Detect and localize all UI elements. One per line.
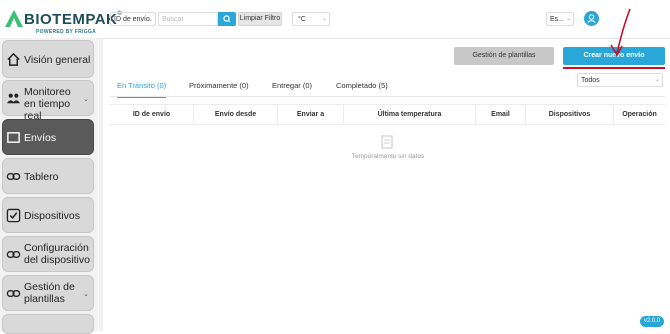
sidebar-item-dashboard[interactable]: Tablero (2, 158, 94, 194)
sidebar-item-partial[interactable] (2, 314, 94, 334)
template-management-button[interactable]: Gestión de plantillas (454, 47, 554, 65)
chevron-down-icon: ⌄ (83, 291, 89, 298)
sidebar-item-label: Monitoreo en tiempo real (24, 86, 71, 122)
annotation-underline (563, 67, 665, 69)
chevron-down-icon: ⌄ (565, 16, 571, 22)
link-icon (6, 251, 21, 258)
sidebar: Visión general Monitoreo en tiempo real … (0, 38, 98, 334)
sidebar-item-templates[interactable]: Gestión de plantillas ⌄ (2, 275, 94, 311)
link-icon (6, 173, 21, 180)
chevron-down-icon: ⌄ (654, 77, 660, 83)
sidebar-scrollbar[interactable] (99, 38, 103, 331)
column-header[interactable]: Dispositivos (526, 105, 614, 124)
clear-filter-button[interactable]: Limpiar Filtro (238, 12, 282, 26)
link-icon (6, 290, 21, 297)
sidebar-item-label: Gestión de plantillas (24, 281, 75, 305)
leaf-logo-icon (5, 10, 23, 27)
tab-deliver[interactable]: Entregar (0) (272, 78, 312, 96)
user-avatar[interactable] (584, 11, 599, 26)
language-select[interactable]: Es... ⌄ (546, 12, 574, 26)
brand-name: BIOTEMPAK® (24, 11, 123, 28)
shipment-tabs: En Tránsito (0) Próximamente (0) Entrega… (110, 78, 560, 98)
sidebar-item-label: Configuración del dispositivo (24, 242, 90, 266)
sidebar-item-label: Dispositivos (24, 210, 81, 222)
empty-state-text: Temporalmente sin datos (351, 153, 425, 160)
tab-upcoming[interactable]: Próximamente (0) (189, 78, 249, 96)
home-icon (7, 52, 20, 66)
chevron-down-icon: ⌄ (83, 96, 89, 103)
sidebar-item-devices[interactable]: Dispositivos (2, 197, 94, 233)
chevron-down-icon: ⌄ (321, 16, 327, 22)
search-input[interactable] (158, 12, 218, 26)
brand-logo[interactable]: BIOTEMPAK® POWERED BY FRIGGA (2, 5, 122, 35)
tab-in-transit[interactable]: En Tránsito (0) (117, 78, 167, 98)
search-field-value: ID de envío (114, 16, 150, 23)
version-badge: v2.0.0 (640, 316, 664, 327)
column-header[interactable]: Enviar a (278, 105, 344, 124)
check-icon (6, 208, 21, 223)
sidebar-item-overview[interactable]: Visión general (2, 40, 94, 78)
column-header[interactable]: Última temperatura (344, 105, 476, 124)
user-icon (587, 14, 596, 23)
column-header[interactable]: Operación (614, 105, 665, 124)
sidebar-item-shipments[interactable]: Envíos (2, 119, 94, 155)
column-header[interactable]: ID de envío (110, 105, 194, 124)
people-icon (6, 93, 21, 104)
box-icon (7, 132, 20, 143)
sidebar-item-label: Envíos (24, 132, 57, 144)
sidebar-item-label: Tablero (24, 171, 59, 183)
search-field-select[interactable]: ID de envío ⌄ (110, 12, 156, 26)
brand-tagline: POWERED BY FRIGGA (36, 29, 97, 35)
empty-file-icon (381, 135, 393, 149)
status-filter-value: Todos (581, 77, 600, 84)
sidebar-item-label: Visión general (24, 54, 91, 66)
search-icon (223, 15, 231, 23)
column-header[interactable]: Email (476, 105, 526, 124)
tab-completed[interactable]: Completado (5) (336, 78, 388, 96)
language-value: Es... (550, 16, 565, 23)
sidebar-item-realtime[interactable]: Monitoreo en tiempo real ⌄ (2, 80, 94, 122)
top-header: BIOTEMPAK® POWERED BY FRIGGA ID de envío… (0, 0, 670, 39)
annotation-arrow-icon (610, 8, 631, 57)
column-header[interactable]: Envío desde (194, 105, 278, 124)
sidebar-item-device-config[interactable]: Configuración del dispositivo (2, 236, 94, 272)
temperature-unit-value: °C (298, 16, 306, 23)
chevron-down-icon: ⌄ (147, 17, 153, 23)
temperature-unit-select[interactable]: °C ⌄ (292, 12, 330, 26)
status-filter-select[interactable]: Todos ⌄ (577, 73, 663, 87)
search-button[interactable] (218, 12, 236, 26)
table-header: ID de envío Envío desde Enviar a Última … (110, 104, 665, 125)
tabs-divider (110, 96, 665, 97)
